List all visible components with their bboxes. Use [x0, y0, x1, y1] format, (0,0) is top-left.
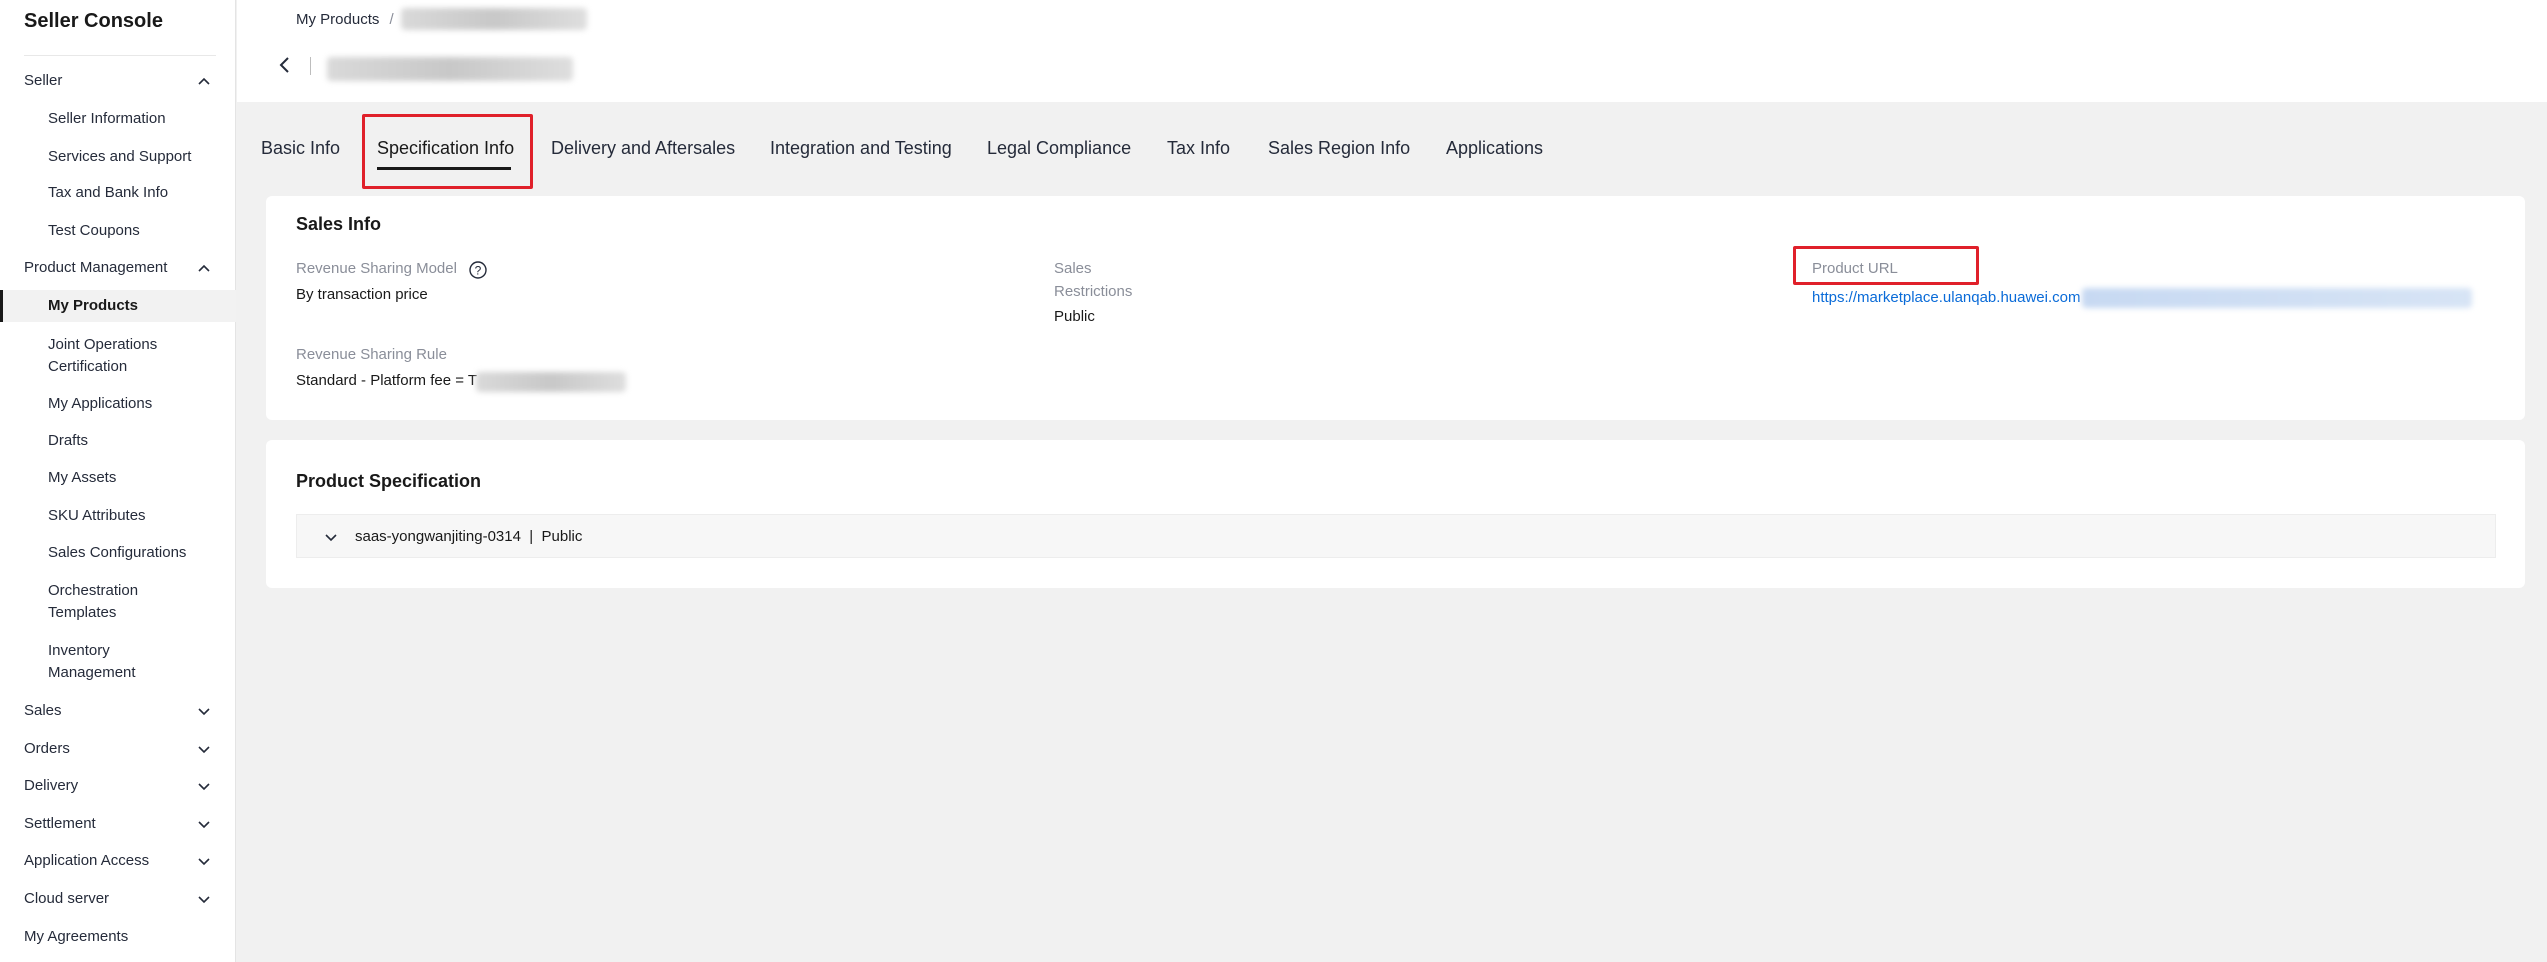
sidebar-item-orchestration-templates[interactable]: Orchestration Templates: [0, 580, 236, 624]
tab-basic-info[interactable]: Basic Info: [261, 138, 340, 159]
chevron-down-icon: [198, 746, 210, 754]
tab-sales-region-info[interactable]: Sales Region Info: [1268, 138, 1410, 159]
sidebar-item-sales-configurations[interactable]: Sales Configurations: [0, 542, 236, 564]
revenue-rule-label: Revenue Sharing Rule: [296, 346, 447, 363]
tab-integration-testing[interactable]: Integration and Testing: [770, 138, 952, 159]
sales-restrictions-label-1: Sales: [1054, 260, 1092, 277]
sidebar-section-delivery[interactable]: Delivery: [0, 777, 236, 797]
chevron-down-icon: [198, 708, 210, 716]
header-divider: [310, 57, 311, 75]
sidebar-item-services-support[interactable]: Services and Support: [0, 146, 236, 168]
sidebar-section-orders[interactable]: Orders: [0, 740, 236, 760]
sidebar-section-label: My Agreements: [24, 928, 129, 945]
sidebar-item-label: Services and Support: [48, 148, 192, 165]
highlight-box-tab: [362, 114, 533, 189]
help-icon[interactable]: ?: [468, 260, 488, 280]
sidebar-section-application-access[interactable]: Application Access: [0, 852, 236, 872]
sidebar-item-label: SKU Attributes: [48, 507, 146, 524]
sidebar-item-label: Tax and Bank Info: [48, 184, 169, 201]
product-spec-title: Product Specification: [296, 471, 482, 491]
sidebar-item-label: Test Coupons: [48, 222, 140, 239]
svg-text:?: ?: [475, 264, 482, 278]
revenue-rule-value: Standard - Platform fee = T: [296, 372, 478, 389]
sidebar-section-seller[interactable]: Seller: [0, 72, 236, 92]
spec-row-text: saas-yongwanjiting-0314 | Public: [355, 528, 583, 545]
chevron-down-icon: [198, 821, 210, 829]
sidebar-item-label: Sales Configurations: [48, 544, 187, 561]
sidebar-section-label: Sales: [24, 702, 62, 719]
sidebar-section-label: Seller: [24, 72, 63, 89]
page-header: My Products /: [237, 0, 2547, 102]
chevron-down-icon[interactable]: [323, 529, 339, 545]
sidebar-item-sku-attributes[interactable]: SKU Attributes: [0, 505, 236, 527]
chevron-down-icon: [198, 896, 210, 904]
breadcrumb: My Products /: [296, 11, 394, 28]
sidebar-section-sales[interactable]: Sales: [0, 702, 236, 722]
sidebar-item-my-applications[interactable]: My Applications: [0, 393, 236, 415]
revenue-model-label: Revenue Sharing Model: [296, 260, 457, 277]
sidebar-item-label: Inventory Management: [48, 642, 136, 681]
back-arrow-icon[interactable]: [277, 55, 293, 75]
sidebar-item-label: My Applications: [48, 395, 153, 412]
sidebar-section-label: Orders: [24, 740, 70, 757]
breadcrumb-my-products[interactable]: My Products: [296, 11, 379, 28]
tab-tax-info[interactable]: Tax Info: [1167, 138, 1230, 159]
sidebar-item-drafts[interactable]: Drafts: [0, 430, 236, 452]
sidebar-section-cloud-server[interactable]: Cloud server: [0, 890, 236, 910]
sidebar-item-test-coupons[interactable]: Test Coupons: [0, 220, 236, 242]
sidebar-item-my-products[interactable]: My Products: [0, 290, 236, 322]
sidebar-item-inventory-management[interactable]: Inventory Management: [0, 640, 236, 684]
brand-title: Seller Console: [24, 10, 163, 32]
spec-row[interactable]: saas-yongwanjiting-0314 | Public: [296, 514, 2496, 558]
sidebar: Seller Console Seller Seller Information…: [0, 0, 236, 962]
sidebar-section-product-management[interactable]: Product Management: [0, 259, 236, 279]
breadcrumb-current-redacted: [401, 8, 587, 30]
active-indicator: [0, 290, 3, 322]
sidebar-item-label: Orchestration Templates: [48, 582, 139, 621]
tab-legal-compliance[interactable]: Legal Compliance: [987, 138, 1131, 159]
chevron-up-icon: [198, 77, 210, 85]
product-url-link[interactable]: https://marketplace.ulanqab.huawei.com: [1812, 289, 2080, 306]
highlight-box-product-url: [1793, 246, 1979, 285]
sidebar-section-label: Application Access: [24, 852, 150, 869]
chevron-down-icon: [198, 858, 210, 866]
breadcrumb-separator: /: [389, 11, 394, 28]
sales-restrictions-label-2: Restrictions: [1054, 283, 1133, 300]
sidebar-section-label: Delivery: [24, 777, 79, 794]
sidebar-item-joint-operations[interactable]: Joint Operations Certification: [0, 334, 200, 378]
page-title-redacted: [327, 57, 573, 81]
product-url-redacted: [2082, 288, 2472, 308]
sidebar-section-label: Product Management: [24, 259, 168, 276]
sidebar-item-label: My Products: [48, 297, 139, 314]
revenue-model-value: By transaction price: [296, 286, 428, 303]
sidebar-item-seller-information[interactable]: Seller Information: [0, 108, 236, 130]
revenue-rule-redacted: [476, 372, 626, 392]
sales-restrictions-value: Public: [1054, 308, 1095, 325]
sidebar-item-label: Drafts: [48, 432, 89, 449]
sidebar-item-my-agreements[interactable]: My Agreements: [0, 928, 236, 948]
sidebar-item-label: Seller Information: [48, 110, 166, 127]
tab-applications[interactable]: Applications: [1446, 138, 1543, 159]
sidebar-section-label: Cloud server: [24, 890, 110, 907]
sidebar-item-my-assets[interactable]: My Assets: [0, 467, 236, 489]
chevron-down-icon: [198, 783, 210, 791]
chevron-up-icon: [198, 264, 210, 272]
sidebar-section-settlement[interactable]: Settlement: [0, 815, 236, 835]
sidebar-item-label: Joint Operations Certification: [48, 336, 158, 375]
sales-info-title: Sales Info: [296, 214, 382, 234]
sidebar-item-tax-bank[interactable]: Tax and Bank Info: [0, 182, 236, 204]
sidebar-section-label: Settlement: [24, 815, 96, 832]
sidebar-item-label: My Assets: [48, 469, 117, 486]
tab-delivery-aftersales[interactable]: Delivery and Aftersales: [551, 138, 735, 159]
brand-divider: [24, 55, 216, 56]
